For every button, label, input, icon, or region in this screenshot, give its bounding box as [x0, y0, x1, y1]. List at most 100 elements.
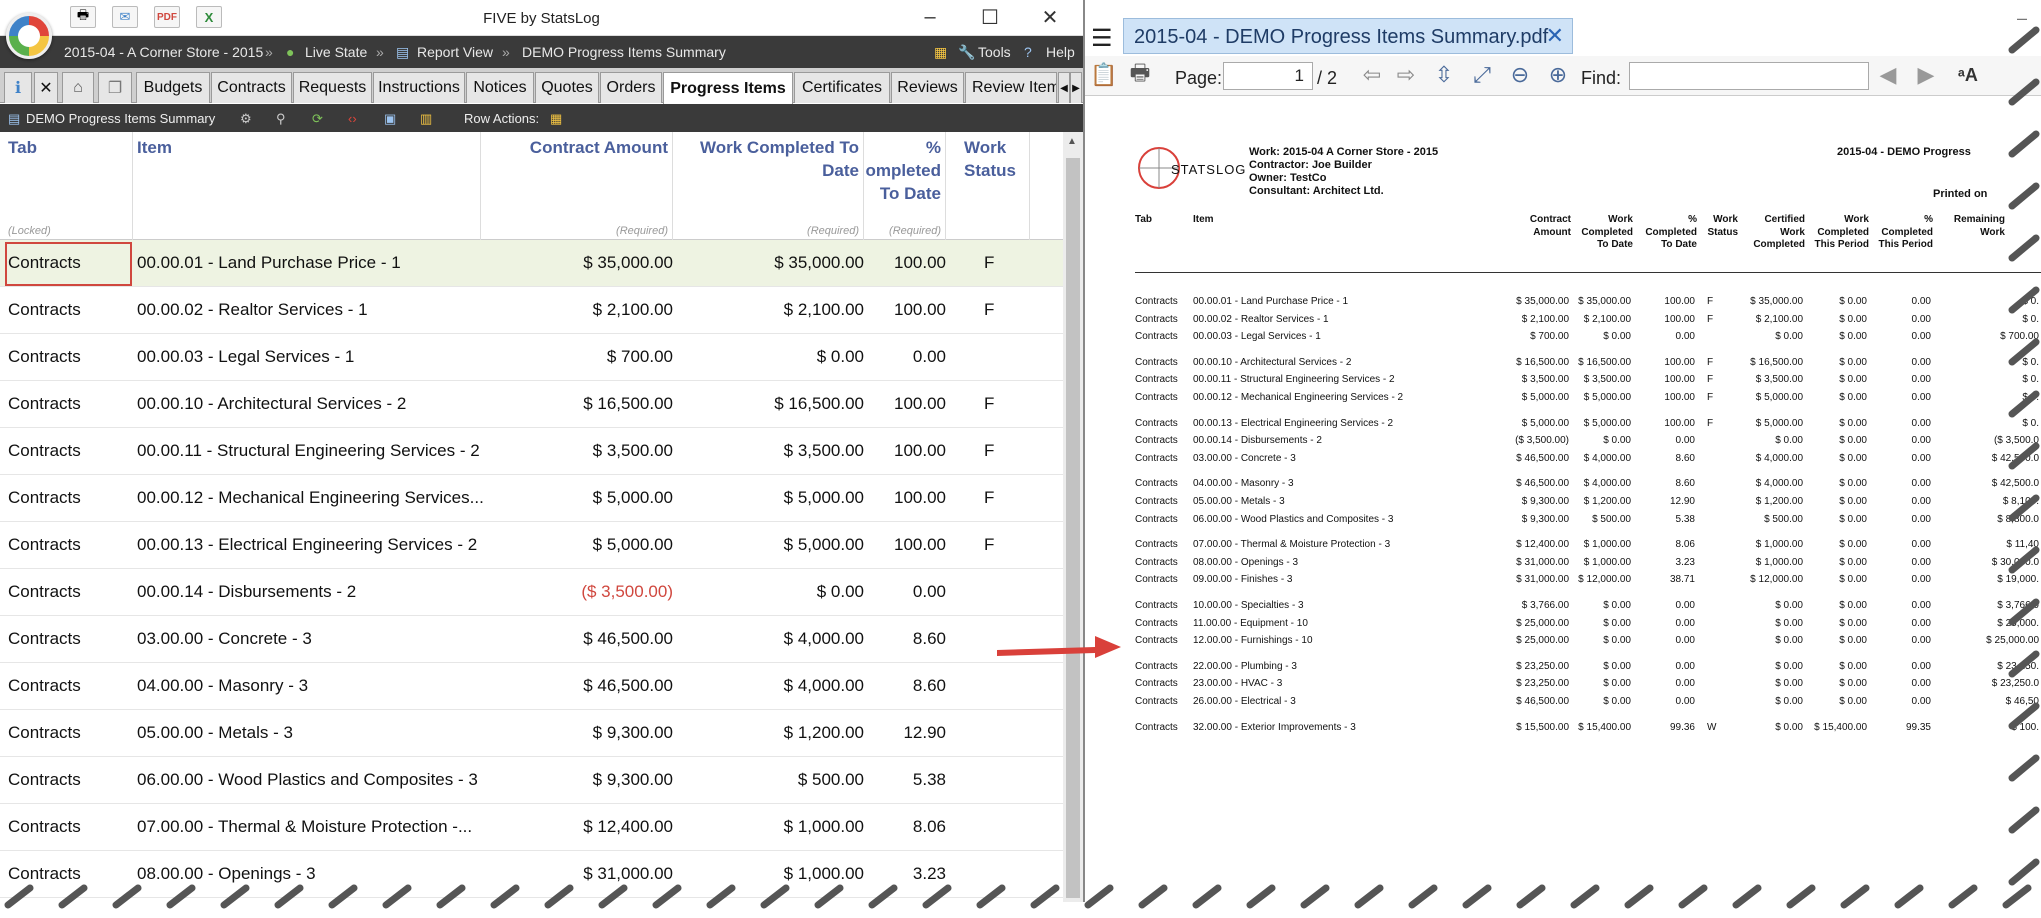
close-button[interactable]: ✕ — [1030, 4, 1070, 30]
cell-contract-amount[interactable]: $ 9,300.00 — [593, 723, 673, 743]
close-tab-icon[interactable]: ✕ — [1546, 23, 1564, 49]
next-page-icon[interactable]: ⇨ — [1391, 61, 1421, 89]
cell-pct-completed[interactable]: 5.38 — [913, 770, 946, 790]
tab-certificates[interactable]: Certificates — [794, 72, 890, 103]
find-input[interactable] — [1629, 62, 1869, 90]
columns-icon[interactable]: ▥ — [420, 111, 432, 127]
cell-work-completed[interactable]: $ 4,000.00 — [784, 676, 864, 696]
cell-contract-amount[interactable]: $ 3,500.00 — [593, 441, 673, 461]
cell-work-status[interactable]: F — [984, 394, 994, 414]
cell-tab[interactable]: Contracts — [8, 535, 81, 555]
cell-item[interactable]: 06.00.00 - Wood Plastics and Composites … — [137, 770, 478, 790]
find-prev-icon[interactable]: ◀ — [1873, 61, 1903, 89]
fit-page-icon[interactable]: ⤢ — [1467, 61, 1497, 89]
tab-quotes[interactable]: Quotes — [535, 72, 599, 103]
cell-tab[interactable]: Contracts — [8, 770, 81, 790]
tab-orders[interactable]: Orders — [600, 72, 662, 103]
find-next-icon[interactable]: ▶ — [1911, 61, 1941, 89]
open-file-icon[interactable]: 📋 — [1089, 61, 1119, 89]
cell-contract-amount[interactable]: $ 700.00 — [607, 347, 673, 367]
cell-pct-completed[interactable]: 12.90 — [903, 723, 946, 743]
tab-notices[interactable]: Notices — [466, 72, 534, 103]
app-logo-icon[interactable] — [6, 13, 52, 59]
cell-contract-amount[interactable]: ($ 3,500.00) — [581, 582, 673, 602]
cell-contract-amount[interactable]: $ 12,400.00 — [583, 817, 673, 837]
column-header-item[interactable]: Item — [133, 132, 481, 240]
cell-work-completed[interactable]: $ 0.00 — [817, 582, 864, 602]
tools-menu[interactable]: Tools — [978, 44, 1011, 60]
cell-pct-completed[interactable]: 100.00 — [894, 253, 946, 273]
cell-tab[interactable]: Contracts — [8, 441, 81, 461]
cell-work-completed[interactable]: $ 3,500.00 — [784, 441, 864, 461]
cell-contract-amount[interactable]: $ 46,500.00 — [583, 676, 673, 696]
cell-pct-completed[interactable]: 0.00 — [913, 347, 946, 367]
cell-tab[interactable]: Contracts — [8, 347, 81, 367]
close-icon[interactable]: ✕ — [34, 72, 58, 103]
cell-item[interactable]: 07.00.00 - Thermal & Moisture Protection… — [137, 817, 472, 837]
refresh-icon[interactable]: ⟳ — [312, 111, 323, 127]
cell-contract-amount[interactable]: $ 35,000.00 — [583, 253, 673, 273]
cell-work-status[interactable]: F — [984, 253, 994, 273]
cell-work-status[interactable]: F — [984, 535, 994, 555]
cell-pct-completed[interactable]: 100.00 — [894, 488, 946, 508]
cell-tab[interactable]: Contracts — [8, 817, 81, 837]
cell-work-completed[interactable]: $ 1,000.00 — [784, 864, 864, 884]
tab-budgets[interactable]: Budgets — [136, 72, 210, 103]
cell-item[interactable]: 00.00.11 - Structural Engineering Servic… — [137, 441, 480, 461]
cell-item[interactable]: 00.00.03 - Legal Services - 1 — [137, 347, 354, 367]
table-row[interactable]: Contracts 05.00.00 - Metals - 3 $ 9,300.00… — [0, 710, 1063, 757]
cell-item[interactable]: 00.00.01 - Land Purchase Price - 1 — [137, 253, 401, 273]
cell-work-completed[interactable]: $ 500.00 — [798, 770, 864, 790]
table-row[interactable]: Contracts 00.00.13 - Electrical Engineeri… — [0, 522, 1063, 569]
table-row[interactable]: Contracts 03.00.00 - Concrete - 3 $ 46,500… — [0, 616, 1063, 663]
zoom-in-icon[interactable]: ⊕ — [1543, 61, 1573, 89]
vertical-scrollbar[interactable]: ▲ — [1063, 132, 1083, 918]
cell-item[interactable]: 08.00.00 - Openings - 3 — [137, 864, 316, 884]
table-row[interactable]: Contracts 00.00.10 - Architectural Servic… — [0, 381, 1063, 428]
cell-work-completed[interactable]: $ 1,200.00 — [784, 723, 864, 743]
column-header-tab[interactable]: Tab (Locked) — [0, 132, 133, 240]
row-actions-icon[interactable]: ▦ — [550, 111, 562, 127]
cell-item[interactable]: 00.00.12 - Mechanical Engineering Servic… — [137, 488, 484, 508]
cell-contract-amount[interactable]: $ 46,500.00 — [583, 629, 673, 649]
cell-pct-completed[interactable]: 100.00 — [894, 441, 946, 461]
table-row[interactable]: Contracts 00.00.02 - Realtor Services - 1… — [0, 287, 1063, 334]
info-icon[interactable]: ℹ — [4, 72, 32, 103]
cell-tab[interactable]: Contracts — [8, 864, 81, 884]
tab-requests[interactable]: Requests — [293, 72, 372, 103]
minimize-button[interactable]: – — [910, 4, 950, 30]
tab-progress-items[interactable]: Progress Items — [663, 72, 793, 104]
scrollbar-thumb[interactable] — [1066, 158, 1080, 898]
cell-item[interactable]: 03.00.00 - Concrete - 3 — [137, 629, 312, 649]
text-size-icon[interactable]: ᵃA — [1951, 61, 1985, 89]
breadcrumb-live-state[interactable]: Live State — [305, 44, 367, 60]
cell-pct-completed[interactable]: 100.00 — [894, 394, 946, 414]
column-header-pct-completed[interactable]: % ompleted To Date (Required) — [864, 132, 946, 240]
cell-tab[interactable]: Contracts — [8, 300, 81, 320]
fit-width-icon[interactable]: ⇳ — [1429, 61, 1459, 89]
breadcrumb-project[interactable]: 2015-04 - A Corner Store - 2015 — [64, 44, 263, 60]
table-row[interactable]: Contracts 04.00.00 - Masonry - 3 $ 46,500.… — [0, 663, 1063, 710]
table-row[interactable]: Contracts 08.00.00 - Openings - 3 $ 31,000… — [0, 851, 1063, 898]
cell-work-completed[interactable]: $ 1,000.00 — [784, 817, 864, 837]
cell-pct-completed[interactable]: 0.00 — [913, 582, 946, 602]
cell-work-completed[interactable]: $ 5,000.00 — [784, 488, 864, 508]
table-row[interactable]: Contracts 00.00.01 - Land Purchase Price … — [0, 240, 1063, 287]
hamburger-icon[interactable]: ☰ — [1091, 24, 1113, 53]
tab-scroll-right-icon[interactable]: ▶ — [1070, 72, 1082, 103]
page-number-input[interactable] — [1223, 62, 1313, 90]
cell-tab[interactable]: Contracts — [8, 582, 81, 602]
cell-pct-completed[interactable]: 8.60 — [913, 629, 946, 649]
cell-item[interactable]: 05.00.00 - Metals - 3 — [137, 723, 293, 743]
tab-instructions[interactable]: Instructions — [373, 72, 465, 103]
zoom-out-icon[interactable]: ⊖ — [1505, 61, 1535, 89]
cell-contract-amount[interactable]: $ 5,000.00 — [593, 488, 673, 508]
cell-item[interactable]: 00.00.10 - Architectural Services - 2 — [137, 394, 406, 414]
cell-item[interactable]: 04.00.00 - Masonry - 3 — [137, 676, 308, 696]
cell-work-completed[interactable]: $ 35,000.00 — [774, 253, 864, 273]
cell-contract-amount[interactable]: $ 16,500.00 — [583, 394, 673, 414]
tab-reviews[interactable]: Reviews — [891, 72, 964, 103]
cell-work-completed[interactable]: $ 4,000.00 — [784, 629, 864, 649]
code-icon[interactable]: ‹› — [348, 111, 357, 126]
home-icon[interactable]: ⌂ — [62, 72, 94, 103]
